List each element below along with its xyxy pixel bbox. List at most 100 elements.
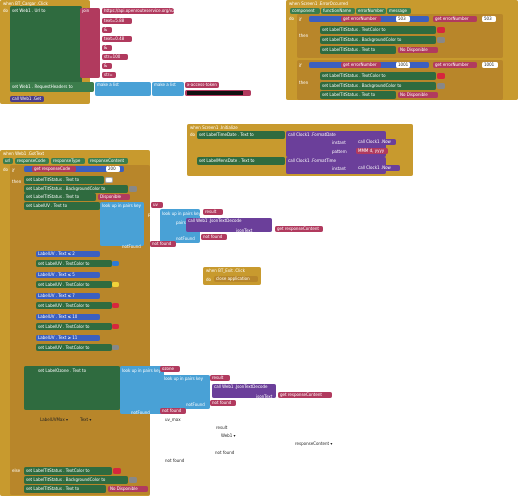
lookup-uv-block[interactable] [100,202,144,246]
color-white-swatch[interactable] [105,177,113,183]
text-chunk-2[interactable]: & [102,27,112,33]
url-base-text[interactable]: https://api.openrouteservice.org/v2/ [102,8,176,14]
num-1001[interactable]: 1001 [396,62,410,68]
text-chunk-7[interactable]: str= [102,72,116,78]
color-gray-swatch-2[interactable] [437,83,445,89]
join-block[interactable]: join [80,8,100,78]
then-label-1: then [299,33,309,38]
token-text-redacted[interactable] [185,90,251,96]
dangling-responsecontent[interactable]: responseContent ▾ [295,441,332,446]
dangling-uvmax[interactable]: uv_max [165,417,181,422]
uv-compare-5[interactable]: LabelUV . Text ≥ 11 [36,335,100,341]
num-200[interactable]: 200 [106,166,120,172]
dangling-notfound-a[interactable]: not found [215,450,234,455]
text-chunk-5[interactable]: str=100 [102,54,128,60]
call-clock-now-1[interactable]: call Clock1 .Now [356,139,396,145]
color-swatch-uv5[interactable] [112,345,119,350]
get-responsecontent-1[interactable]: get responseContent [275,226,323,232]
if-label: if [12,168,15,173]
color-swatch-uv4[interactable] [112,324,119,329]
uv-set-2-label: set LabelUV . TextColor to [38,282,90,287]
color-gray-else[interactable] [129,477,137,483]
text-chunk-1[interactable]: text=5.88 [102,18,132,24]
text-chunk-6[interactable]: & [102,63,112,69]
param-url[interactable]: url [3,158,13,164]
uv-set-1-label: set LabelUV . TextColor to [38,261,90,266]
set-web-url-block[interactable] [10,6,82,84]
format-date-label: call Clock1 .FormatDate [288,132,336,137]
key-result[interactable]: result [203,209,223,215]
text-no-disponible-2[interactable]: No Disponible [398,92,438,98]
color-red-else[interactable] [113,468,121,474]
instant-label-2: instant [332,166,346,171]
color-swatch-uv2[interactable] [112,282,119,287]
notfound-value-1[interactable]: not found [201,234,227,240]
lookup-result-label: look up in pairs key [162,211,201,216]
num-503b[interactable]: 503 [482,16,496,22]
param-responsecode[interactable]: responseCode [15,158,49,164]
color-swatch-uv1[interactable] [112,261,119,266]
notfound-value-3[interactable]: not found [210,400,236,406]
color-red-swatch[interactable] [437,27,445,33]
do-label: do [3,8,8,13]
lookup-ozone-label: look up in pairs key [122,368,161,373]
num-503[interactable]: 503 [396,16,410,22]
text-chunk-3[interactable]: text=0.48 [102,36,132,42]
call-clock-now-2[interactable]: call Clock1 .Now [356,165,400,171]
lookup-ozone-block[interactable] [120,366,164,414]
text-chunk-4[interactable]: & [102,45,112,51]
get-responsecode[interactable]: get responseCode [32,166,76,172]
json-decode-1[interactable]: call Web1 .JsonTextDecode [186,218,272,232]
dangling-labeluvmax[interactable]: LabelUVMax ▾ [40,417,68,422]
lookup-result2-label: look up in pairs key [164,376,203,381]
uv-compare-4[interactable]: LabelUV . Text ≤ 10 [36,314,100,320]
get-errornumber-2b[interactable]: get errorNumber [433,62,477,68]
pattern-text[interactable]: MMM d, yyyy [356,148,388,154]
e1-label: set LabelTitStatus . TextColor to [26,468,90,473]
make-list-2[interactable]: make a list [152,82,184,96]
uv-compare-2[interactable]: LabelUV . Text ≤ 5 [36,272,100,278]
param-responsetype[interactable]: responseType [51,158,85,164]
s1-label: set LabelTitStatus . Text to [26,177,80,182]
notfound-value-2[interactable]: not found [150,241,176,247]
call-web-get[interactable]: call Web1 .Get [10,96,44,102]
get-responsecontent-2[interactable]: get responseContent [278,392,332,398]
get-errornumber-1[interactable]: get errorNumber [341,16,381,22]
num-1001b[interactable]: 1001 [482,62,498,68]
key-ozone[interactable]: ozone [160,366,180,372]
uv-set-4-label: set LabelUV . TextColor to [38,324,90,329]
color-gray-swatch[interactable] [129,186,137,192]
set-titstatus-bg-1-label: set LabelTitStatus . BackgroundColor to [322,37,402,42]
text-disponible[interactable]: Disponible [98,194,130,200]
uv-compare-1[interactable]: LabelUV . Text ≤ 2 [36,251,100,257]
set-titstatus-text-2-label: set LabelTitStatus . Text to [322,92,376,97]
color-gray-swatch[interactable] [437,37,445,43]
dangling-web1[interactable]: Web1 ▾ [221,433,236,438]
pattern-label: pattern [332,149,347,154]
notfound-label-4: notFound [131,410,150,415]
error-occurred-header: when Screen1 .ErrorOccurred [289,1,348,6]
format-time-label: call Clock1 .FormatTime [288,158,336,163]
text-no-disponible-1[interactable]: No Disponible [398,47,438,53]
param-responsecontent[interactable]: responseContent [88,158,128,164]
make-list-1[interactable]: make a list [95,82,151,96]
notfound-label-2: notFound [122,244,141,249]
gottext-header: when Web1 .GotText [3,151,45,156]
color-swatch-uv3[interactable] [112,303,119,308]
key-result2[interactable]: result [210,375,230,381]
text-no-disponible-else[interactable]: No Disponible [108,486,148,492]
close-application-block[interactable]: close application [214,276,258,282]
dangling-text[interactable]: Text ▾ [80,417,91,422]
get-errornumber-1b[interactable]: get errorNumber [433,16,477,22]
key-uv[interactable]: uv [151,202,163,208]
access-token-text[interactable]: x-access-token [185,82,219,88]
e2-label: set LabelTitStatus . BackgroundColor to [26,477,106,482]
notfound-value-4[interactable]: not found [160,408,186,414]
uv-compare-3[interactable]: LabelUV . Text ≤ 7 [36,293,100,299]
get-errornumber-2[interactable]: get errorNumber [341,62,381,68]
color-red-swatch-2[interactable] [437,73,445,79]
dangling-notfound-b[interactable]: not found [165,458,184,463]
set-timedate-label: set LabelTimeDate . Text to [199,132,254,137]
else-label: else [12,468,21,473]
dangling-result[interactable]: result [216,425,227,430]
